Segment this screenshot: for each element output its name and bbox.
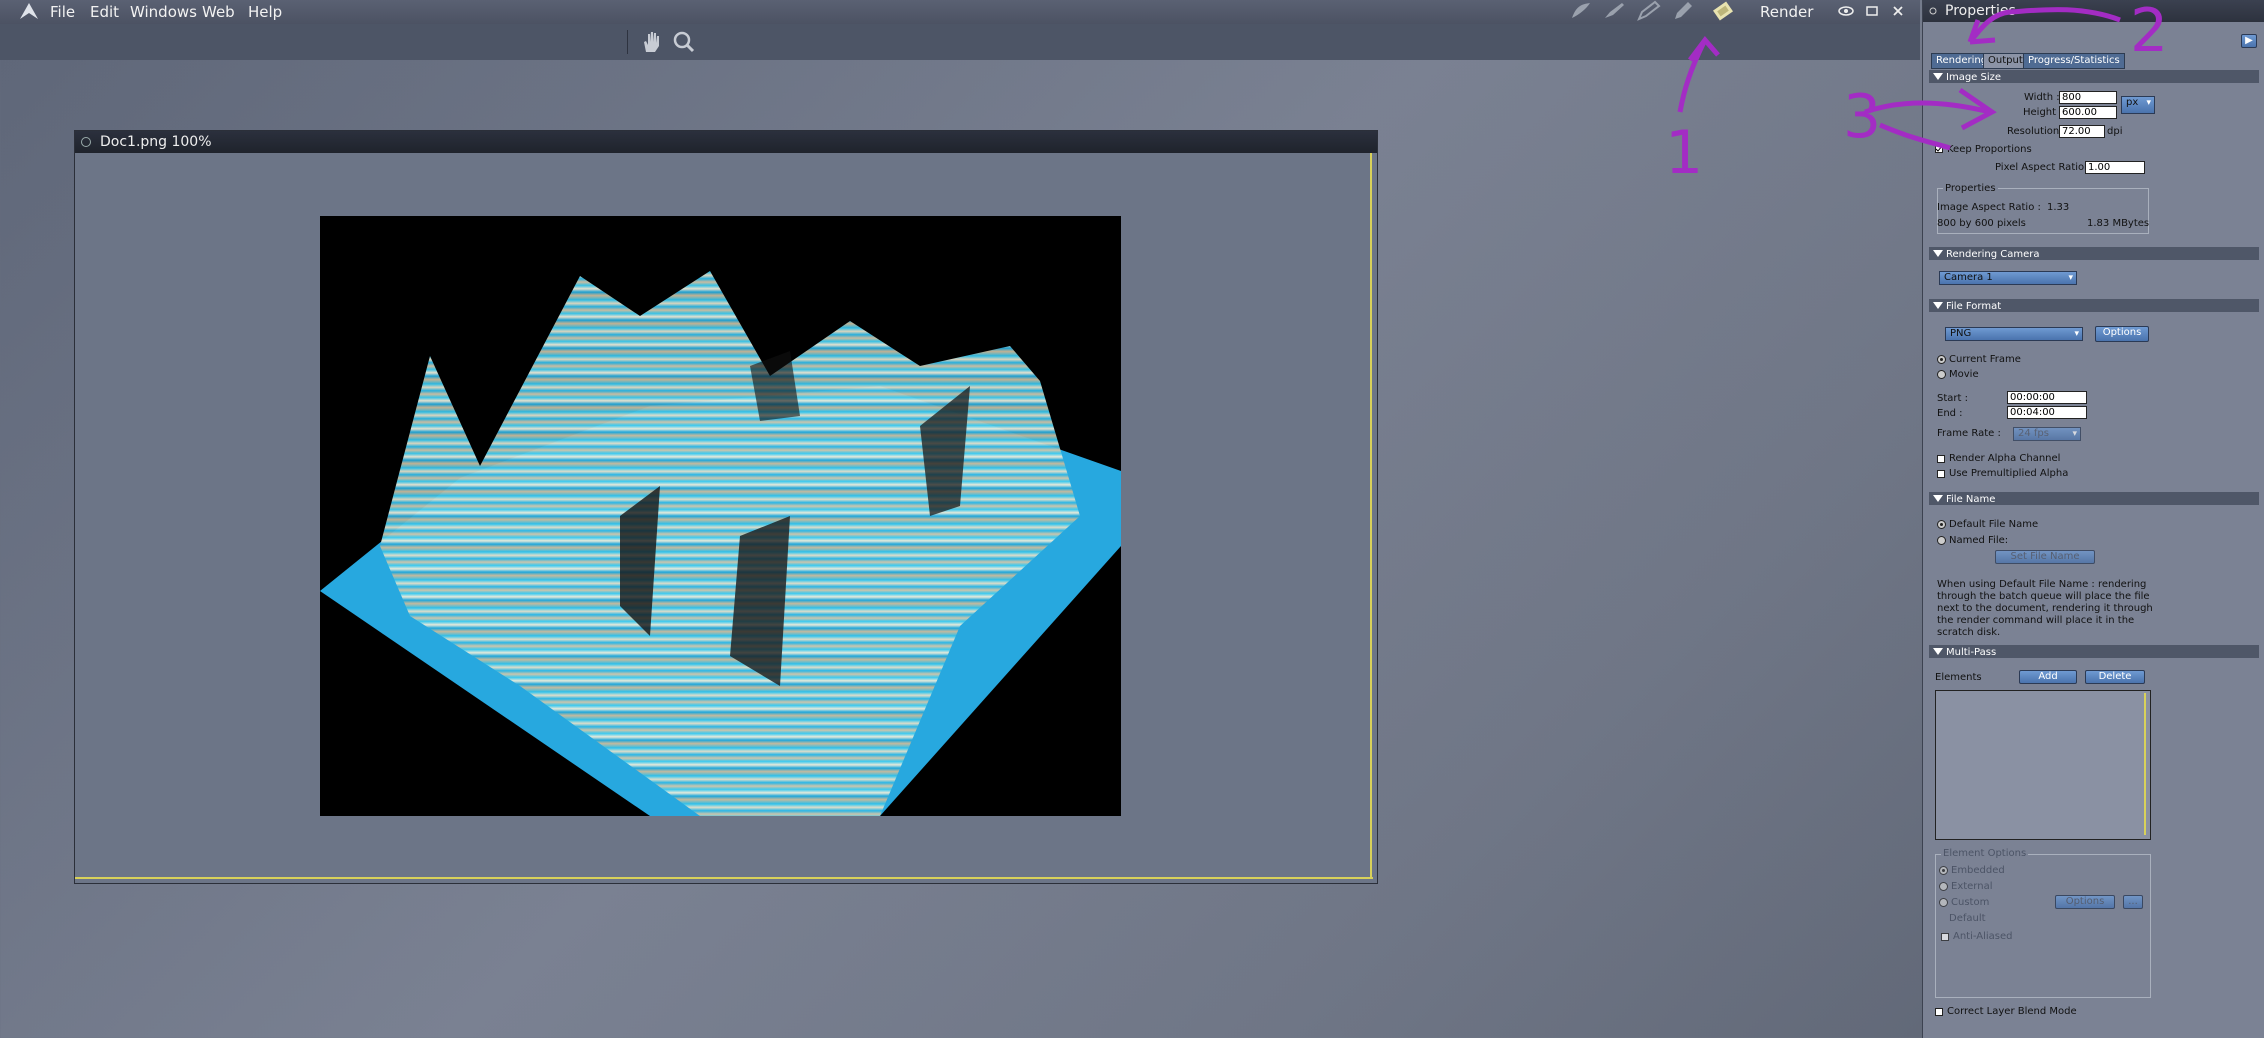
element-options-button[interactable]: Options	[2055, 895, 2115, 909]
movie-label: Movie	[1949, 369, 1979, 380]
premultiplied-alpha-label: Use Premultiplied Alpha	[1949, 468, 2069, 479]
end-label: End :	[1937, 408, 1963, 419]
elements-label: Elements	[1935, 672, 1982, 683]
document-title: Doc1.png 100%	[100, 134, 212, 150]
hand-icon[interactable]	[640, 30, 662, 54]
file-size: 1.83 MBytes	[2087, 218, 2150, 229]
add-element-button[interactable]: Add	[2019, 670, 2077, 684]
tool-options-bar	[0, 24, 1920, 60]
camera-select[interactable]: Camera 1 ▾	[1939, 271, 2077, 285]
pixel-dimensions: 800 by 600 pixels	[1937, 218, 2026, 229]
zoom-icon[interactable]	[672, 30, 698, 54]
delete-element-button[interactable]: Delete	[2085, 670, 2145, 684]
embedded-label: Embedded	[1951, 865, 2005, 876]
image-aspect-label: Image Aspect Ratio :	[1937, 202, 2041, 213]
section-file-format[interactable]: File Format	[1929, 299, 2259, 312]
annotation-3: 3	[1843, 82, 1882, 152]
panel-menu-button[interactable]: ▶	[2241, 34, 2257, 48]
current-frame-radio[interactable]	[1937, 355, 1946, 364]
external-label: External	[1951, 881, 1993, 892]
end-field[interactable]: 00:04:00	[2007, 406, 2087, 419]
menu-help[interactable]: Help	[248, 3, 282, 21]
vertical-scrollbar[interactable]	[1370, 153, 1372, 878]
annotation-2: 2	[2130, 0, 2169, 66]
section-rendering-camera[interactable]: Rendering Camera	[1929, 247, 2259, 260]
anti-aliased-label: Anti-Aliased	[1953, 931, 2013, 942]
properties-group-label: Properties	[1943, 183, 1998, 194]
app-logo-icon[interactable]	[18, 1, 40, 21]
section-multi-pass[interactable]: Multi-Pass	[1929, 645, 2259, 658]
elements-list-scrollbar[interactable]	[2144, 693, 2146, 835]
current-frame-label: Current Frame	[1949, 354, 2021, 365]
render-alpha-label: Render Alpha Channel	[1949, 453, 2061, 464]
annotation-1: 1	[1665, 118, 1704, 188]
frame-rate-select[interactable]: 24 fps ▾	[2013, 427, 2081, 441]
render-alpha-checkbox[interactable]	[1937, 455, 1945, 463]
annotation-arrows	[1677, 7, 2121, 151]
format-options-button[interactable]: Options	[2095, 326, 2149, 342]
external-radio[interactable]	[1939, 882, 1948, 891]
named-file-radio[interactable]	[1937, 536, 1946, 545]
file-name-note: When using Default File Name : rendering…	[1937, 579, 2153, 638]
section-file-name[interactable]: File Name	[1929, 492, 2259, 505]
menu-windows[interactable]: Windows	[130, 3, 197, 21]
start-field[interactable]: 00:00:00	[2007, 391, 2087, 404]
document-window: Doc1.png 100%	[74, 130, 1378, 884]
custom-radio[interactable]	[1939, 898, 1948, 907]
format-select[interactable]: PNG ▾	[1945, 327, 2083, 341]
premultiplied-alpha-checkbox[interactable]	[1937, 470, 1945, 478]
default-file-name-radio[interactable]	[1937, 520, 1946, 529]
toolbar-divider	[627, 30, 628, 54]
frame-rate-label: Frame Rate :	[1937, 428, 2001, 439]
menu-bar: File Edit Windows Web Help Render	[0, 0, 1920, 24]
brush-icon[interactable]	[1602, 0, 1628, 22]
start-label: Start :	[1937, 393, 1968, 404]
blend-mode-label: Correct Layer Blend Mode	[1947, 1006, 2077, 1017]
blend-mode-checkbox[interactable]	[1935, 1008, 1943, 1016]
set-file-name-button[interactable]: Set File Name	[1995, 550, 2095, 564]
anti-aliased-checkbox[interactable]	[1941, 933, 1949, 941]
menu-web[interactable]: Web	[202, 3, 235, 21]
element-more-button[interactable]: ...	[2123, 895, 2143, 909]
terrain-render-image	[320, 271, 1121, 816]
custom-label: Custom	[1951, 897, 1990, 908]
document-title-bar[interactable]: Doc1.png 100%	[75, 131, 1377, 153]
horizontal-scrollbar[interactable]	[75, 877, 1373, 879]
window-close-dot-icon[interactable]	[81, 137, 91, 147]
element-options-label: Element Options	[1941, 848, 2029, 859]
embedded-radio[interactable]	[1939, 866, 1948, 875]
menu-edit[interactable]: Edit	[90, 3, 119, 21]
menu-file[interactable]: File	[50, 3, 75, 21]
elements-list[interactable]	[1935, 690, 2151, 840]
image-aspect-value: 1.33	[2047, 202, 2070, 213]
default-file-name-label: Default File Name	[1949, 519, 2039, 530]
default-label: Default	[1949, 913, 1986, 924]
movie-radio[interactable]	[1937, 370, 1946, 379]
render-canvas[interactable]	[320, 216, 1121, 816]
named-file-label: Named File:	[1949, 535, 2009, 546]
paint-icon[interactable]	[1568, 0, 1594, 22]
